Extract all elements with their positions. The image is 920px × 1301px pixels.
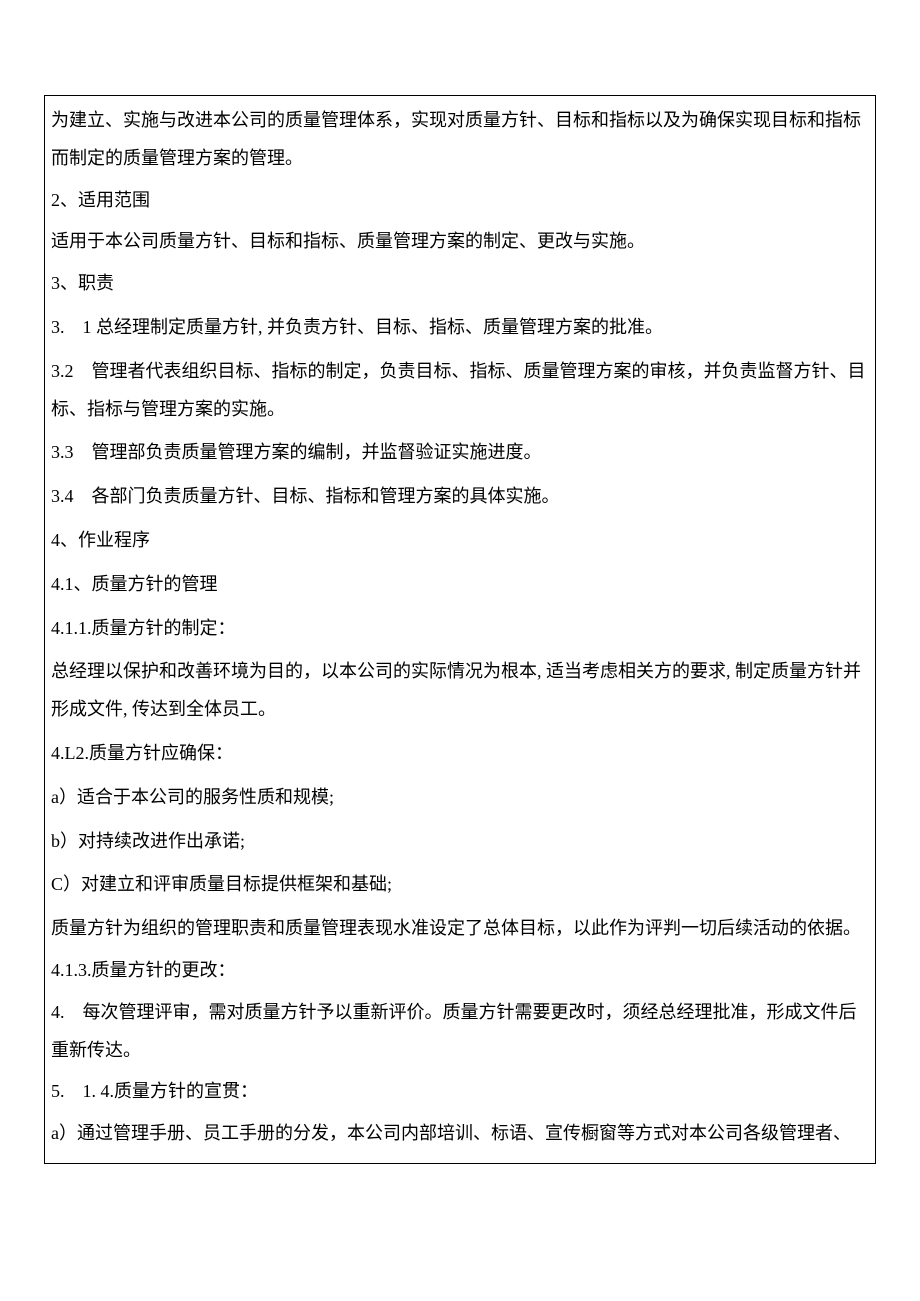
list-item: a）适合于本公司的服务性质和规模; xyxy=(51,773,869,817)
paragraph: a）通过管理手册、员工手册的分发，本公司内部培训、标语、宣传橱窗等方式对本公司各… xyxy=(51,1111,869,1153)
paragraph: 质量方针为组织的管理职责和质量管理表现水准设定了总体目标，以此作为评判一切后续活… xyxy=(51,904,869,948)
paragraph: 4. 每次管理评审，需对质量方针予以重新评价。质量方针需要更改时，须经总经理批准… xyxy=(51,990,869,1070)
list-item: C）对建立和评审质量目标提供框架和基础; xyxy=(51,860,869,904)
subsection-heading: 4.1、质量方针的管理 xyxy=(51,560,869,604)
paragraph: 5. 1. 4.质量方针的宣贯： xyxy=(51,1069,869,1111)
paragraph: 4.1.1.质量方针的制定： xyxy=(51,604,869,648)
paragraph: 3. 1 总经理制定质量方针, 并负责方针、目标、指标、质量管理方案的批准。 xyxy=(51,303,869,347)
paragraph: 3.3 管理部负责质量管理方案的编制，并监督验证实施进度。 xyxy=(51,428,869,472)
paragraph: 3.2 管理者代表组织目标、指标的制定，负责目标、指标、质量管理方案的审核，并负… xyxy=(51,347,869,429)
section-heading: 2、适用范围 xyxy=(51,178,869,220)
paragraph: 4.1.3.质量方针的更改： xyxy=(51,948,869,990)
paragraph: 4.L2.质量方针应确保： xyxy=(51,729,869,773)
paragraph: 总经理以保护和改善环境为目的，以本公司的实际情况为根本, 适当考虑相关方的要求,… xyxy=(51,647,869,729)
section-heading: 3、职责 xyxy=(51,261,869,303)
paragraph: 3.4 各部门负责质量方针、目标、指标和管理方案的具体实施。 xyxy=(51,472,869,516)
list-item: b）对持续改进作出承诺; xyxy=(51,817,869,861)
section-heading: 4、作业程序 xyxy=(51,516,869,560)
page: 为建立、实施与改进本公司的质量管理体系，实现对质量方针、目标和指标以及为确保实现… xyxy=(0,0,920,1284)
paragraph: 为建立、实施与改进本公司的质量管理体系，实现对质量方针、目标和指标以及为确保实现… xyxy=(51,96,869,178)
content-box: 为建立、实施与改进本公司的质量管理体系，实现对质量方针、目标和指标以及为确保实现… xyxy=(44,95,876,1164)
paragraph: 适用于本公司质量方针、目标和指标、质量管理方案的制定、更改与实施。 xyxy=(51,219,869,261)
